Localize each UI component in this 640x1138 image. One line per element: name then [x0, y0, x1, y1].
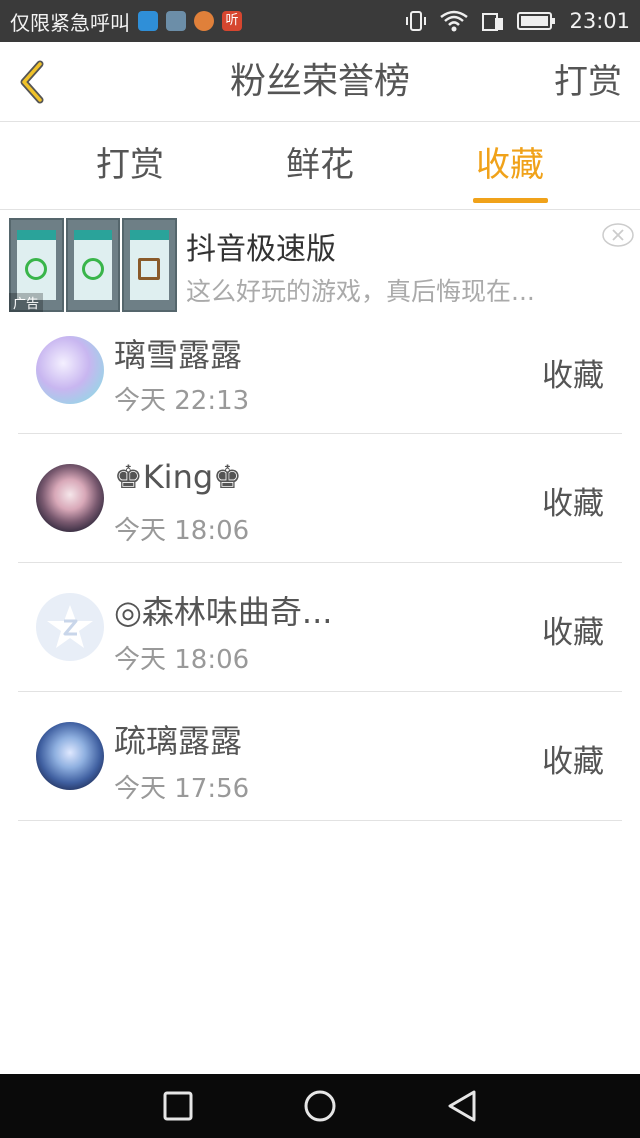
- app-header: 粉丝荣誉榜 打赏: [0, 42, 640, 122]
- active-tab-indicator: [473, 198, 548, 203]
- system-nav-bar: [0, 1074, 640, 1138]
- listen-notification-icon: 听: [222, 11, 242, 31]
- home-button[interactable]: [302, 1088, 338, 1124]
- avatar: [36, 722, 104, 790]
- tab-flowers[interactable]: 鲜花: [245, 122, 395, 210]
- list-item[interactable]: ◎森林味曲奇... 今天 18:06 收藏: [0, 563, 640, 692]
- list-item[interactable]: 璃雪露露 今天 22:13 收藏: [0, 314, 640, 434]
- fan-action: 收藏: [542, 744, 604, 780]
- fan-time: 今天 17:56: [114, 774, 250, 804]
- square-icon: [163, 1091, 193, 1121]
- fan-time: 今天 22:13: [114, 386, 250, 416]
- carrier-text: 仅限紧急呼叫: [10, 10, 130, 35]
- fan-name: ◎森林味曲奇...: [114, 593, 333, 631]
- fan-list: 璃雪露露 今天 22:13 收藏 ♚King♚ 今天 18:06 收藏 ◎森林味…: [0, 314, 640, 821]
- list-item[interactable]: ♚King♚ 今天 18:06 收藏: [0, 434, 640, 563]
- page-title: 粉丝荣誉榜: [229, 61, 410, 102]
- ad-close-button[interactable]: [602, 222, 634, 248]
- triangle-back-icon: [448, 1090, 476, 1122]
- fan-action: 收藏: [542, 615, 604, 651]
- fan-time: 今天 18:06: [114, 645, 250, 675]
- clock: 23:01: [569, 9, 630, 33]
- avatar: [36, 464, 104, 532]
- avatar: [36, 593, 104, 661]
- close-icon: [602, 223, 634, 247]
- vibrate-icon: [405, 10, 427, 32]
- chevron-left-icon: [20, 60, 44, 104]
- fan-name: 疏璃露露: [114, 722, 243, 760]
- ad-description: 这么好玩的游戏，真后悔现在...: [186, 277, 535, 306]
- tab-favorites[interactable]: 收藏: [435, 122, 585, 210]
- fan-time: 今天 18:06: [114, 516, 250, 546]
- fan-action: 收藏: [542, 358, 604, 394]
- divider: [18, 820, 622, 821]
- reward-button[interactable]: 打赏: [554, 42, 622, 122]
- circle-icon: [304, 1090, 336, 1122]
- fan-name: 璃雪露露: [114, 336, 243, 374]
- default-avatar-icon: [47, 605, 93, 648]
- back-nav-button[interactable]: [444, 1088, 480, 1124]
- recent-apps-button[interactable]: [160, 1088, 196, 1124]
- battery-icon: [517, 11, 557, 31]
- list-item[interactable]: 疏璃露露 今天 17:56 收藏: [0, 692, 640, 821]
- ad-banner[interactable]: 广告 抖音极速版 这么好玩的游戏，真后悔现在...: [0, 210, 640, 314]
- avatar: [36, 336, 104, 404]
- sim-icon: [481, 10, 505, 32]
- status-bar: 仅限紧急呼叫 听 23:01: [0, 0, 640, 42]
- gallery-notification-icon: [166, 11, 186, 31]
- app-notification-icon: [194, 11, 214, 31]
- ad-title: 抖音极速版: [186, 232, 336, 267]
- ad-label: 广告: [9, 293, 44, 312]
- tab-bar: 打赏 鲜花 收藏: [0, 122, 640, 210]
- tab-reward[interactable]: 打赏: [55, 122, 205, 210]
- fan-action: 收藏: [542, 486, 604, 522]
- location-notification-icon: [138, 11, 158, 31]
- wifi-icon: [439, 10, 469, 32]
- back-button[interactable]: [14, 58, 54, 106]
- fan-name: ♚King♚: [114, 458, 242, 496]
